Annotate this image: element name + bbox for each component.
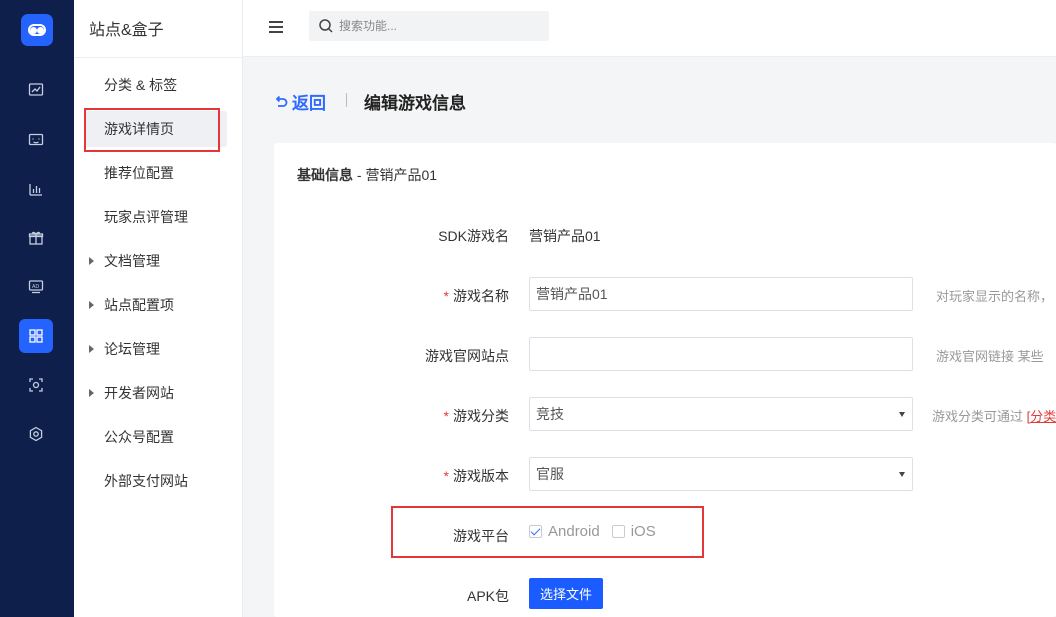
icon-rail: AD bbox=[0, 0, 74, 617]
game-version-label-text: 游戏版本 bbox=[453, 468, 509, 484]
game-site-label: 游戏官网站点 bbox=[274, 346, 509, 366]
rail-site-box-icon[interactable] bbox=[19, 319, 53, 353]
required-mark: * bbox=[443, 468, 449, 484]
undo-arrow-icon bbox=[275, 95, 288, 107]
header-separator bbox=[346, 93, 347, 107]
gift-icon bbox=[28, 231, 44, 245]
search-icon bbox=[319, 19, 333, 33]
top-bar bbox=[243, 0, 1056, 57]
game-category-select[interactable]: 竞技 bbox=[529, 397, 913, 431]
rail-scan-icon[interactable] bbox=[19, 368, 53, 402]
game-name-input[interactable] bbox=[529, 277, 913, 311]
rail-message-icon[interactable] bbox=[19, 123, 53, 157]
sidebar-item-forum[interactable]: 论坛管理 bbox=[84, 331, 234, 367]
sidebar-item-developer-site[interactable]: 开发者网站 bbox=[84, 375, 234, 411]
expand-caret-icon bbox=[89, 345, 94, 353]
sidebar-item-external-payment[interactable]: 外部支付网站 bbox=[84, 463, 234, 499]
game-category-label: * 游戏分类 bbox=[274, 406, 509, 426]
game-category-hint: 游戏分类可通过 [分类 bbox=[932, 406, 1056, 425]
sidebar-item-official-account[interactable]: 公众号配置 bbox=[84, 419, 234, 455]
sidebar-item-label: 外部支付网站 bbox=[104, 473, 188, 489]
sdk-name-label-text: SDK游戏名 bbox=[438, 228, 509, 244]
rail-stats-icon[interactable] bbox=[19, 172, 53, 206]
menu-toggle-icon[interactable] bbox=[268, 18, 284, 34]
sidebar-item-label: 公众号配置 bbox=[104, 429, 174, 445]
rail-settings-icon[interactable] bbox=[19, 417, 53, 451]
page-title: 编辑游戏信息 bbox=[364, 94, 466, 113]
required-mark: * bbox=[443, 408, 449, 424]
game-version-select[interactable]: 官服 bbox=[529, 457, 913, 491]
secondary-sidebar: 站点&盒子 分类 & 标签 游戏详情页 推荐位配置 玩家点评管理 文档管理 站点… bbox=[74, 0, 243, 617]
highlight-box-platform bbox=[391, 506, 704, 558]
game-version-label: * 游戏版本 bbox=[274, 466, 509, 486]
back-label: 返回 bbox=[292, 94, 326, 113]
back-button[interactable]: 返回 bbox=[273, 89, 326, 114]
sidebar-item-label: 推荐位配置 bbox=[104, 165, 174, 181]
logo-eye-right bbox=[37, 27, 44, 34]
section-title-rest: - 营销产品01 bbox=[353, 167, 438, 183]
ad-board-icon: AD bbox=[28, 280, 44, 294]
menu-line bbox=[269, 26, 283, 28]
sidebar-item-player-reviews[interactable]: 玩家点评管理 bbox=[84, 199, 234, 235]
sidebar-item-docs[interactable]: 文档管理 bbox=[84, 243, 234, 279]
sidebar-divider bbox=[74, 57, 243, 58]
expand-caret-icon bbox=[89, 301, 94, 309]
game-category-value: 竞技 bbox=[536, 406, 564, 422]
highlight-box-sidebar bbox=[84, 108, 220, 152]
section-title: 基础信息 - 营销产品01 bbox=[297, 165, 437, 185]
sidebar-item-category-tags[interactable]: 分类 & 标签 bbox=[84, 67, 234, 103]
game-name-label: * 游戏名称 bbox=[274, 286, 509, 306]
sidebar-item-label: 论坛管理 bbox=[104, 341, 160, 357]
bar-chart-icon bbox=[29, 184, 42, 196]
monitor-chart-icon bbox=[28, 83, 44, 96]
game-name-label-text: 游戏名称 bbox=[453, 288, 509, 304]
choose-file-button[interactable]: 选择文件 bbox=[529, 578, 604, 609]
game-category-hint-text: 游戏分类可通过 bbox=[932, 409, 1024, 424]
category-link[interactable]: [分类 bbox=[1027, 409, 1056, 424]
rail-gift-icon[interactable] bbox=[19, 221, 53, 255]
scan-frame-icon bbox=[29, 378, 43, 392]
apk-label-text: APK包 bbox=[466, 588, 509, 604]
game-site-label-text: 游戏官网站点 bbox=[425, 348, 509, 364]
sidebar-item-label: 玩家点评管理 bbox=[104, 209, 188, 225]
search-input[interactable] bbox=[339, 11, 544, 41]
rail-dashboard-icon[interactable] bbox=[19, 73, 53, 107]
menu-line bbox=[269, 21, 283, 23]
section-title-bold: 基础信息 bbox=[297, 167, 353, 183]
game-site-hint: 游戏官网链接 某些 bbox=[936, 349, 1044, 364]
logo-eye-left bbox=[30, 27, 37, 34]
svg-text:AD: AD bbox=[32, 284, 39, 290]
game-name-hint: 对玩家显示的名称， bbox=[936, 289, 1054, 304]
sidebar-item-label: 站点配置项 bbox=[104, 297, 174, 313]
game-site-input[interactable] bbox=[529, 337, 913, 371]
sidebar-title: 站点&盒子 bbox=[89, 22, 164, 39]
sidebar-item-label: 开发者网站 bbox=[104, 385, 174, 401]
expand-caret-icon bbox=[89, 389, 94, 397]
sidebar-item-site-config[interactable]: 站点配置项 bbox=[84, 287, 234, 323]
apk-label: APK包 bbox=[274, 586, 509, 606]
dropdown-arrow-icon bbox=[899, 472, 905, 477]
sdk-name-label: SDK游戏名 bbox=[274, 226, 509, 246]
game-version-value: 官服 bbox=[536, 466, 564, 482]
required-mark: * bbox=[443, 288, 449, 304]
gear-icon bbox=[29, 426, 43, 442]
app-logo-icon[interactable] bbox=[21, 14, 53, 46]
dropdown-arrow-icon bbox=[899, 412, 905, 417]
sidebar-item-label: 分类 & 标签 bbox=[104, 77, 178, 93]
sidebar-item-recommend-slots[interactable]: 推荐位配置 bbox=[84, 155, 234, 191]
chat-box-icon bbox=[28, 133, 44, 146]
menu-line bbox=[269, 31, 283, 33]
expand-caret-icon bbox=[89, 257, 94, 265]
rail-ad-icon[interactable]: AD bbox=[19, 270, 53, 304]
search-box bbox=[309, 11, 549, 41]
sdk-name-value: 营销产品01 bbox=[529, 228, 601, 244]
game-category-label-text: 游戏分类 bbox=[453, 408, 509, 424]
grid-apps-icon bbox=[29, 329, 43, 343]
sidebar-item-label: 文档管理 bbox=[104, 253, 160, 269]
